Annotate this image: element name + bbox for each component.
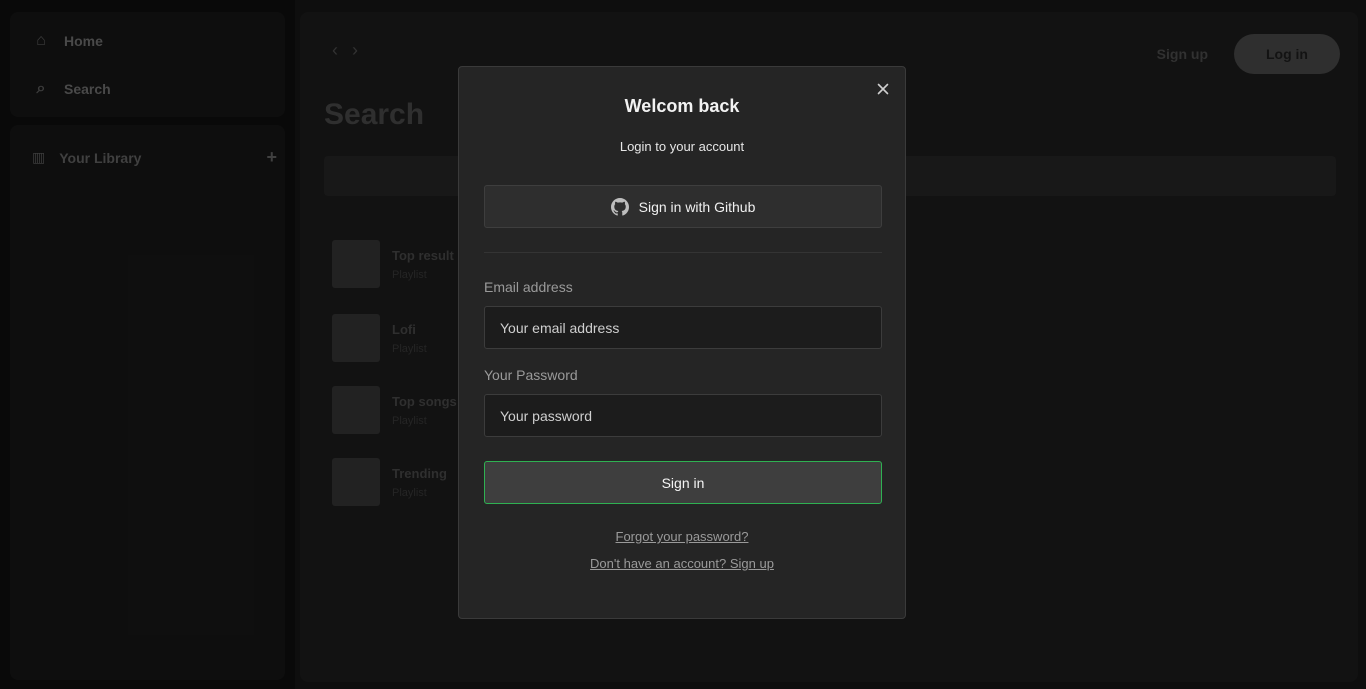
signin-button[interactable]: Sign in — [484, 461, 882, 504]
github-signin-label: Sign in with Github — [638, 198, 756, 215]
close-icon[interactable] — [875, 81, 891, 97]
password-label: Your Password — [484, 367, 578, 383]
password-field[interactable] — [484, 394, 882, 437]
divider — [484, 252, 882, 253]
modal-subtitle: Login to your account — [619, 139, 745, 154]
email-field[interactable] — [484, 306, 882, 349]
forgot-password-link[interactable]: Forgot your password? — [459, 529, 905, 544]
login-modal: Welcom back Login to your account Sign i… — [458, 66, 906, 619]
modal-title: Welcom back — [624, 96, 740, 116]
email-label: Email address — [484, 279, 573, 295]
github-signin-button[interactable]: Sign in with Github — [484, 185, 882, 228]
github-icon — [610, 197, 629, 216]
app-root: ⌂ Home ⌕ Search ▥ Your Library + ‹ › Sig… — [0, 0, 1366, 689]
signup-link[interactable]: Don't have an account? Sign up — [459, 556, 905, 571]
